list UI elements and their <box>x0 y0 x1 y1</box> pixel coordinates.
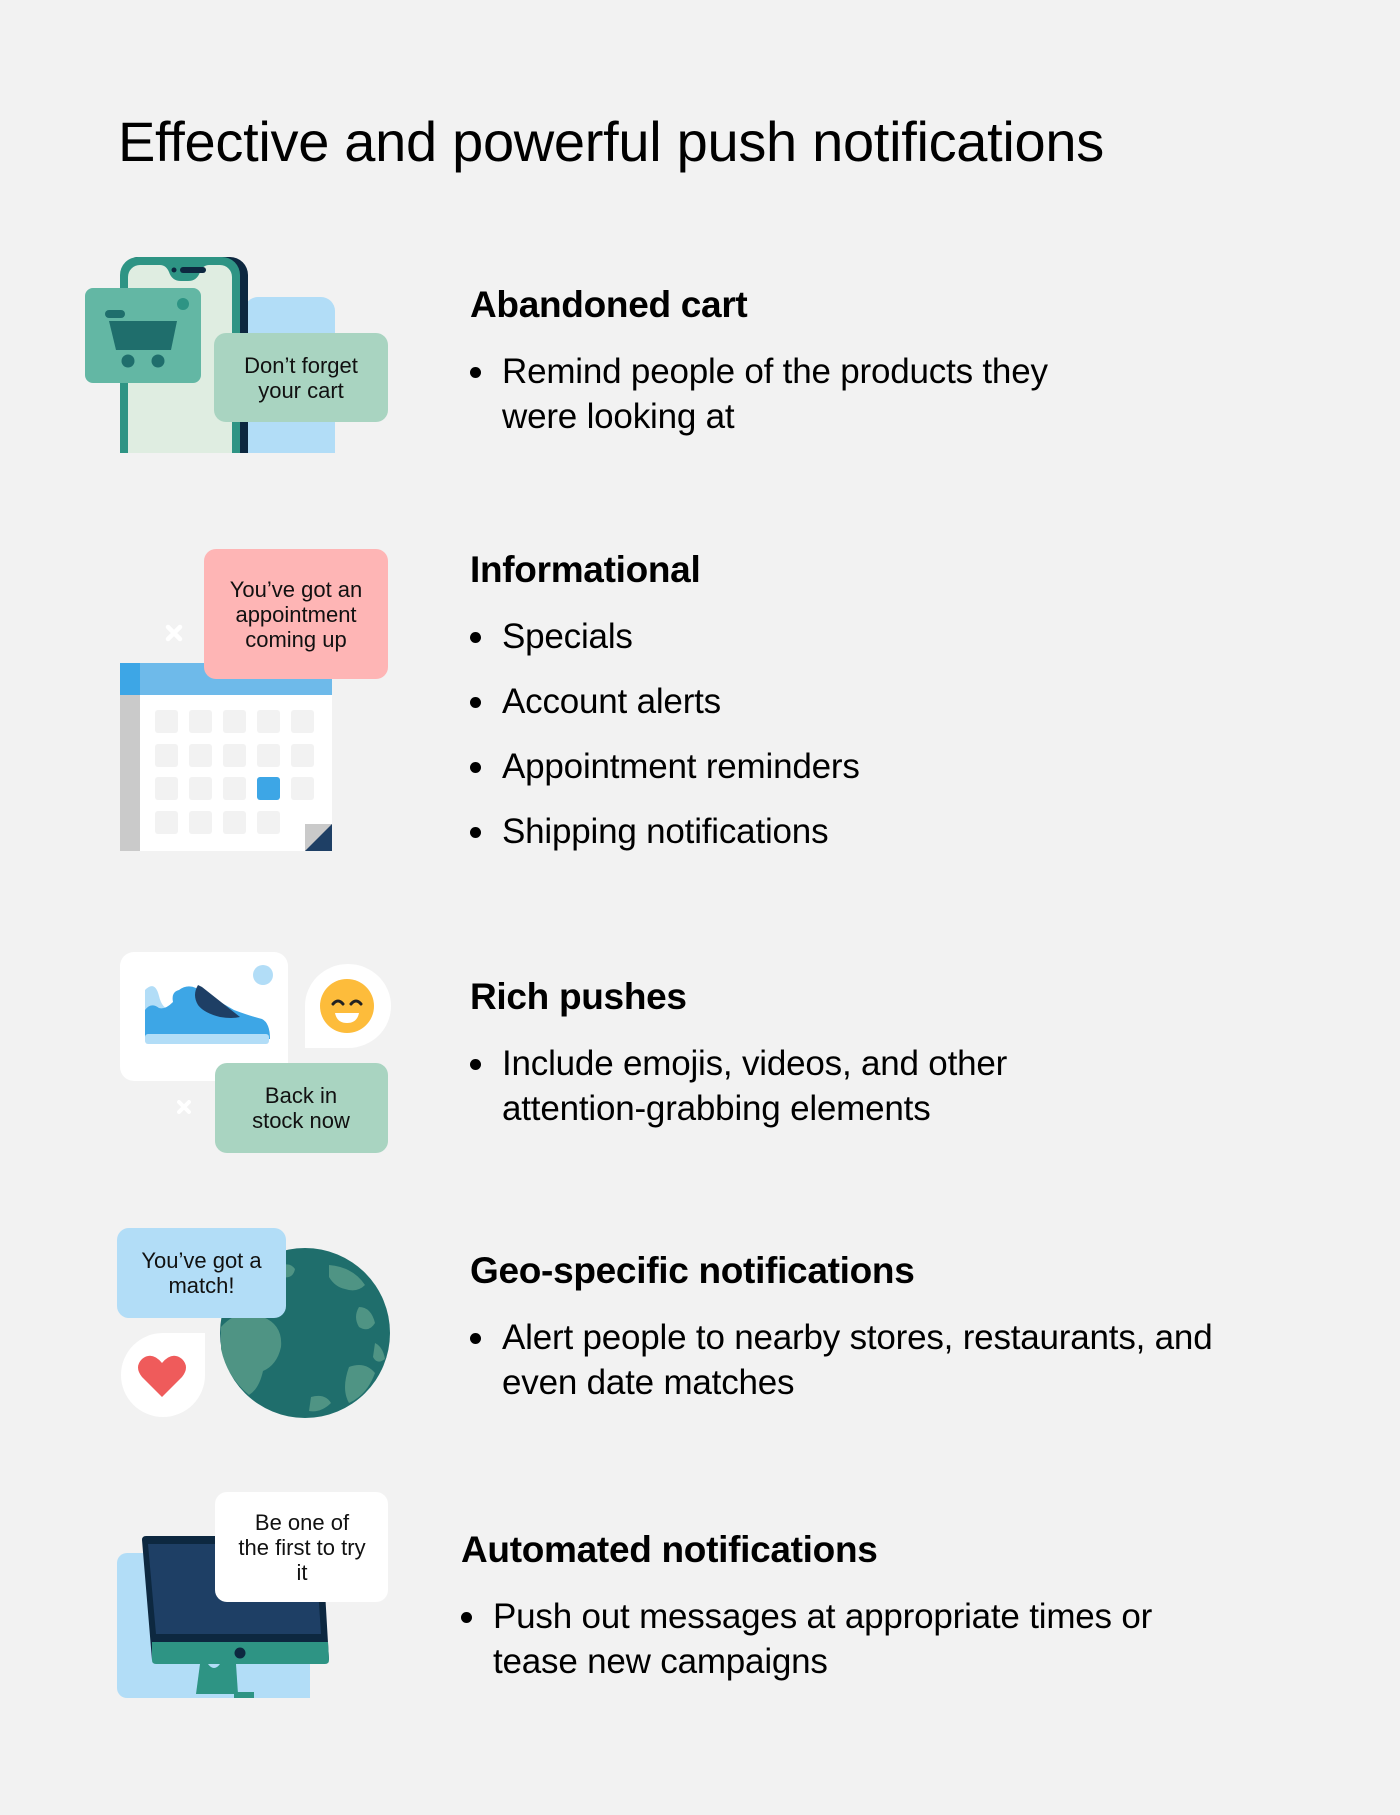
page-title: Effective and powerful push notification… <box>118 110 1104 173</box>
bullet-item: Specials <box>470 614 1120 659</box>
bullet-list: Alert people to nearby stores, restauran… <box>470 1315 1230 1405</box>
bullet-text: Shipping notifications <box>502 812 829 851</box>
smiling-emoji-icon <box>320 979 374 1033</box>
bullet-item: Push out messages at appropriate times o… <box>461 1594 1181 1684</box>
section-rich-pushes: Rich pushes Include emojis, videos, and … <box>470 975 1120 1131</box>
bullet-icon <box>470 632 481 643</box>
bullet-list: Specials Account alerts Appointment remi… <box>470 614 1120 854</box>
bullet-text: Alert people to nearby stores, restauran… <box>502 1318 1213 1402</box>
section-geo-specific: Geo-specific notifications Alert people … <box>470 1249 1230 1405</box>
bullet-list: Remind people of the products they were … <box>470 349 1120 439</box>
notification-bubble-text: Don’t forget your cart <box>244 353 358 403</box>
bullet-list: Include emojis, videos, and other attent… <box>470 1041 1120 1131</box>
notification-bubble-text: You’ve got an appointment coming up <box>229 576 363 652</box>
bullet-text: Include emojis, videos, and other attent… <box>502 1044 1008 1128</box>
bullet-icon <box>470 762 481 773</box>
bullet-item: Include emojis, videos, and other attent… <box>470 1041 1120 1131</box>
notification-bubble-text: You’ve got a match! <box>141 1248 262 1298</box>
notification-bubble-text: Be one of the first to try it <box>238 1509 366 1585</box>
section-heading: Rich pushes <box>470 976 687 1017</box>
bullet-icon <box>461 1612 472 1623</box>
section-informational: Informational Specials Account alerts Ap… <box>470 548 1120 874</box>
heart-bubble <box>121 1333 205 1417</box>
section-abandoned-cart: Abandoned cart Remind people of the prod… <box>470 283 1120 439</box>
bullet-item: Appointment reminders <box>470 744 1120 789</box>
shoe-image-card <box>120 952 288 1081</box>
notification-bubble-text: Back in stock now <box>252 1083 350 1133</box>
shopping-cart-icon <box>85 288 201 383</box>
bullet-item: Remind people of the products they were … <box>470 349 1120 439</box>
section-automated: Automated notifications Push out message… <box>461 1528 1181 1684</box>
bullet-item: Account alerts <box>470 679 1120 724</box>
bullet-text: Appointment reminders <box>502 747 860 786</box>
close-x-icon <box>177 1100 191 1114</box>
bullet-text: Push out messages at appropriate times o… <box>493 1597 1153 1681</box>
section-heading: Automated notifications <box>461 1529 878 1570</box>
bullet-text: Remind people of the products they were … <box>502 352 1048 436</box>
bullet-icon <box>470 1059 481 1070</box>
bullet-icon <box>470 367 481 378</box>
bullet-icon <box>470 697 481 708</box>
section-heading: Geo-specific notifications <box>470 1250 915 1291</box>
section-heading: Informational <box>470 549 701 590</box>
bullet-list: Push out messages at appropriate times o… <box>461 1594 1181 1684</box>
bullet-item: Shipping notifications <box>470 809 1120 854</box>
bullet-icon <box>470 827 481 838</box>
calendar-icon <box>120 663 332 851</box>
bullet-text: Specials <box>502 617 633 656</box>
bullet-text: Account alerts <box>502 682 721 721</box>
bullet-item: Alert people to nearby stores, restauran… <box>470 1315 1230 1405</box>
close-x-icon <box>165 624 183 642</box>
emoji-bubble <box>305 964 391 1048</box>
bullet-icon <box>470 1333 481 1344</box>
section-heading: Abandoned cart <box>470 284 748 325</box>
